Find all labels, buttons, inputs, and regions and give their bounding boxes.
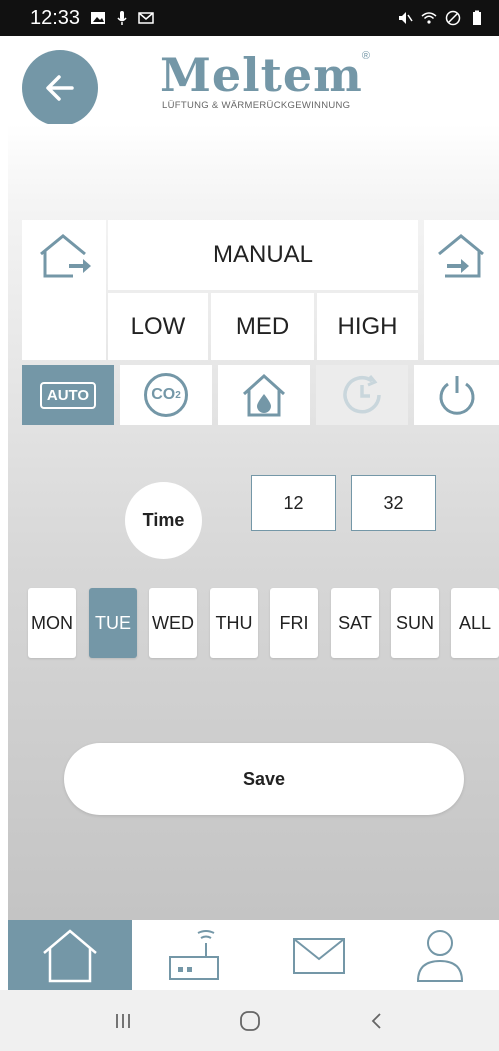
auto-label: AUTO bbox=[46, 386, 90, 404]
level-high-label: HIGH bbox=[337, 312, 398, 340]
back-nav-icon[interactable] bbox=[367, 1011, 387, 1031]
nav-messages[interactable] bbox=[256, 920, 380, 990]
minute-field[interactable]: 32 bbox=[351, 475, 436, 531]
user-icon bbox=[416, 930, 463, 982]
app-header: Meltem ® LÜFTUNG & WÄRMERÜCKGEWINNUNG bbox=[0, 36, 499, 126]
day-mon-button[interactable]: MON bbox=[28, 588, 76, 658]
day-label: FRI bbox=[279, 612, 309, 633]
envelope-icon bbox=[292, 938, 345, 974]
timer-mode-button[interactable] bbox=[316, 365, 408, 425]
manual-label: MANUAL bbox=[212, 241, 314, 268]
co2-label: CO bbox=[151, 386, 176, 403]
day-wed-button[interactable]: WED bbox=[149, 588, 197, 658]
router-icon bbox=[169, 930, 220, 980]
day-fri-button[interactable]: FRI bbox=[270, 588, 318, 658]
logo-registered-mark: ® bbox=[361, 50, 370, 62]
co2-icon: CO 2 bbox=[144, 373, 188, 417]
day-label: THU bbox=[215, 612, 253, 633]
day-sat-button[interactable]: SAT bbox=[331, 588, 379, 658]
save-label: Save bbox=[242, 768, 286, 789]
battery-icon bbox=[473, 10, 481, 25]
arrow-left-icon bbox=[46, 75, 74, 101]
status-bar: 12:33 bbox=[0, 0, 499, 36]
do-not-disturb-icon bbox=[445, 10, 461, 26]
time-label: Time bbox=[142, 510, 185, 530]
supply-air-button[interactable] bbox=[424, 220, 499, 360]
auto-mode-button[interactable]: AUTO bbox=[22, 365, 114, 425]
day-label: SAT bbox=[338, 612, 372, 633]
back-button[interactable] bbox=[22, 50, 98, 126]
status-time: 12:33 bbox=[30, 6, 81, 29]
home-icon bbox=[43, 929, 97, 983]
manual-button[interactable]: MANUAL bbox=[108, 220, 418, 290]
power-icon bbox=[439, 376, 474, 415]
hour-field[interactable]: 12 bbox=[251, 475, 336, 531]
level-low-label: LOW bbox=[130, 312, 186, 340]
level-med-button[interactable]: MED bbox=[211, 293, 314, 360]
day-label: MON bbox=[31, 612, 73, 633]
humidity-mode-button[interactable] bbox=[218, 365, 310, 425]
exhaust-air-button[interactable] bbox=[22, 220, 106, 360]
house-arrow-out-icon bbox=[40, 234, 91, 278]
bottom-navigation bbox=[8, 920, 499, 990]
day-all-button[interactable]: ALL bbox=[451, 588, 499, 658]
wifi-icon bbox=[421, 12, 437, 24]
day-tue-button[interactable]: TUE bbox=[89, 588, 137, 658]
day-label: WED bbox=[152, 612, 194, 633]
house-drop-icon bbox=[242, 373, 286, 417]
home-button-icon[interactable] bbox=[238, 1009, 262, 1033]
level-low-button[interactable]: LOW bbox=[108, 293, 208, 360]
day-label: TUE bbox=[95, 612, 131, 633]
minute-value: 32 bbox=[383, 492, 404, 513]
nav-devices[interactable] bbox=[132, 920, 256, 990]
level-med-label: MED bbox=[235, 312, 290, 340]
co2-mode-button[interactable]: CO 2 bbox=[120, 365, 212, 425]
day-label: ALL bbox=[458, 612, 492, 633]
logo-wordmark: Meltem bbox=[160, 48, 363, 102]
system-navigation-bar bbox=[0, 990, 499, 1051]
recent-apps-icon[interactable] bbox=[113, 1011, 133, 1031]
auto-icon: AUTO bbox=[39, 381, 97, 409]
level-high-button[interactable]: HIGH bbox=[317, 293, 418, 360]
nav-home[interactable] bbox=[8, 920, 133, 990]
nav-profile[interactable] bbox=[381, 920, 499, 990]
save-button[interactable]: Save bbox=[64, 743, 464, 815]
mute-icon bbox=[399, 12, 413, 24]
day-label: SUN bbox=[395, 612, 434, 633]
power-button[interactable] bbox=[414, 365, 499, 425]
microphone-icon bbox=[117, 11, 127, 25]
day-thu-button[interactable]: THU bbox=[210, 588, 258, 658]
meltem-logo: Meltem ® LÜFTUNG & WÄRMERÜCKGEWINNUNG bbox=[160, 46, 370, 116]
mail-status-icon bbox=[138, 12, 154, 24]
logo-tagline: LÜFTUNG & WÄRMERÜCKGEWINNUNG bbox=[162, 100, 351, 111]
co2-subscript: 2 bbox=[175, 389, 181, 401]
day-sun-button[interactable]: SUN bbox=[391, 588, 439, 658]
hour-value: 12 bbox=[283, 492, 304, 513]
time-label-badge: Time bbox=[125, 482, 202, 559]
clock-refresh-icon bbox=[343, 375, 381, 414]
gallery-icon bbox=[91, 12, 106, 24]
house-arrow-in-icon bbox=[437, 234, 484, 278]
